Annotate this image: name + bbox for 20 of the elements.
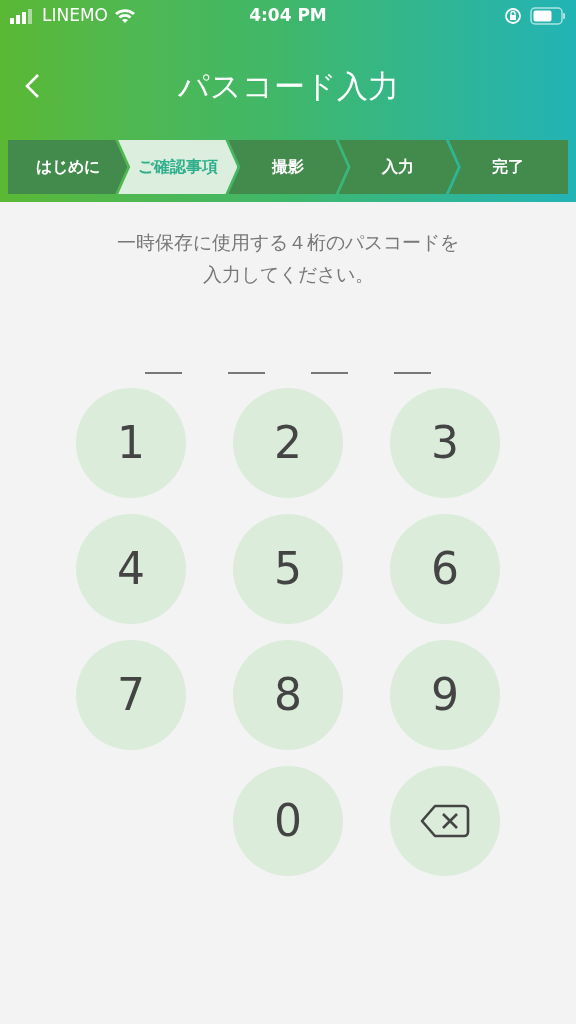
digit-key[interactable]: 5 bbox=[233, 514, 343, 624]
instruction-text: 入力してください。 bbox=[202, 262, 374, 287]
digit-key[interactable]: 0 bbox=[233, 766, 343, 876]
digit-key[interactable]: 7 bbox=[76, 640, 186, 750]
back-icon[interactable] bbox=[24, 73, 40, 99]
battery-icon bbox=[530, 7, 566, 25]
digit-key[interactable]: 6 bbox=[390, 514, 500, 624]
digit-key[interactable]: 2 bbox=[233, 388, 343, 498]
digit-key[interactable]: 3 bbox=[390, 388, 500, 498]
wifi-icon bbox=[114, 8, 136, 24]
digit-key[interactable]: 8 bbox=[233, 640, 343, 750]
digit-key[interactable]: 9 bbox=[390, 640, 500, 750]
backspace-icon bbox=[419, 803, 471, 839]
status-time: 4:04 PM bbox=[249, 4, 327, 28]
digit-key[interactable]: 4 bbox=[76, 514, 186, 624]
digit-key[interactable]: 1 bbox=[76, 388, 186, 498]
rotation-lock-icon bbox=[504, 7, 522, 25]
carrier-name: LINEMO bbox=[42, 4, 108, 28]
page-title: パスコード入力 bbox=[176, 66, 400, 106]
instruction-text: 一時保存に使用する４桁のパスコードを bbox=[117, 230, 459, 255]
